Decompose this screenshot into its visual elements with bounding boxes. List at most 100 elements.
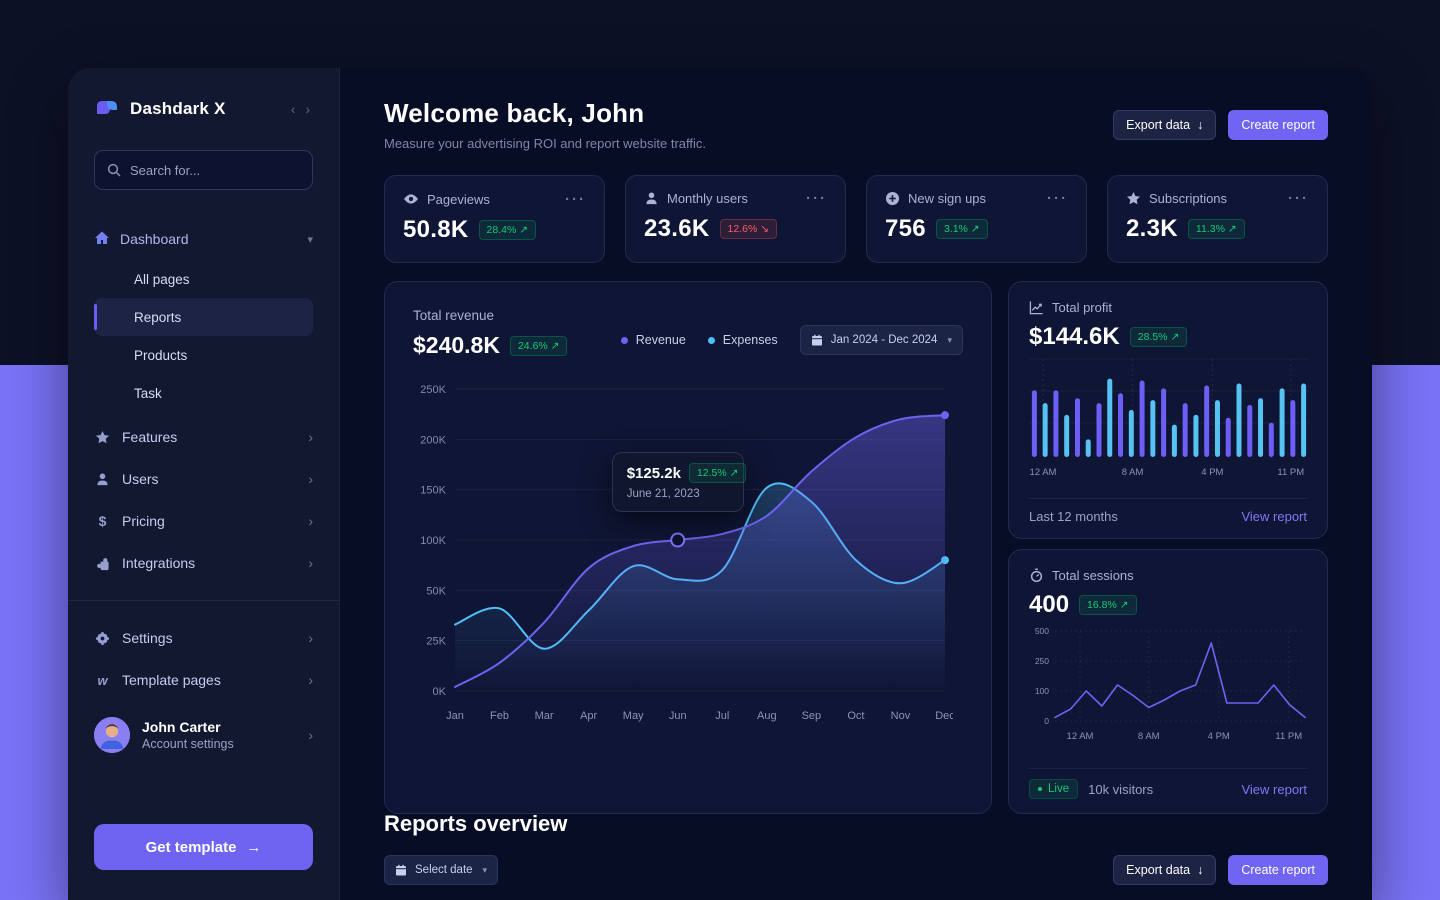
stat-value: 756	[885, 215, 926, 243]
sidebar-item-label: Users	[122, 471, 159, 487]
more-options-button[interactable]: ···	[806, 194, 827, 203]
svg-text:250: 250	[1035, 656, 1049, 666]
expenses-dot	[708, 337, 715, 344]
stopwatch-icon	[1029, 568, 1044, 583]
create-report-button[interactable]: Create report	[1228, 110, 1328, 140]
chevron-right-icon: ›	[308, 630, 313, 646]
sidebar-item-products[interactable]: Products	[94, 336, 313, 374]
profit-view-report-link[interactable]: View report	[1241, 509, 1307, 524]
export-data-button[interactable]: Export data ↓	[1113, 110, 1216, 140]
svg-text:Feb: Feb	[490, 710, 509, 722]
sidebar-item-all-pages[interactable]: All pages	[94, 260, 313, 298]
svg-text:Nov: Nov	[891, 710, 911, 722]
profit-chart-svg: 12 AM8 AM4 PM11 PM	[1029, 351, 1309, 483]
export-data-button-bottom[interactable]: Export data ↓	[1113, 855, 1216, 885]
cta-label: Get template	[146, 839, 237, 856]
sidebar-item-features[interactable]: Features ›	[94, 416, 313, 458]
select-date-dropdown[interactable]: Select date ▾	[384, 855, 498, 885]
stat-label: Subscriptions	[1149, 191, 1227, 206]
profile-name: John Carter	[142, 719, 234, 735]
dashboard-sub-items: All pages Reports Products Task	[94, 260, 313, 412]
chevron-right-icon: ›	[308, 727, 313, 743]
revenue-chart-svg: 250K200K150K100K50K25K0KJanFebMarAprMayJ…	[413, 375, 953, 727]
svg-text:0: 0	[1044, 716, 1049, 726]
sessions-title: Total sessions	[1052, 568, 1134, 583]
more-options-button[interactable]: ···	[1288, 194, 1309, 203]
more-options-button[interactable]: ···	[1047, 194, 1068, 203]
more-options-button[interactable]: ···	[565, 195, 586, 204]
chevron-down-icon: ▾	[483, 865, 488, 876]
svg-text:100: 100	[1035, 686, 1049, 696]
sidebar-item-label: Dashboard	[120, 231, 189, 247]
sidebar-item-label: Template pages	[122, 672, 221, 688]
chevron-right-icon: ›	[308, 672, 313, 688]
stat-card-new-sign-ups: New sign ups ··· 756 3.1% ↗	[866, 175, 1087, 263]
eye-icon	[403, 191, 419, 207]
sidebar-item-reports[interactable]: Reports	[94, 298, 313, 336]
plus-circle-icon	[885, 191, 900, 206]
get-template-button[interactable]: Get template →	[94, 824, 313, 870]
tooltip-date: June 21, 2023	[627, 488, 729, 500]
sidebar-nav: Dashboard ▾ All pages Reports Products T…	[94, 220, 313, 584]
chevron-right-icon: ›	[308, 429, 313, 445]
chevron-right-icon: ›	[308, 513, 313, 529]
live-dot-icon	[1038, 787, 1042, 791]
search-icon	[107, 163, 121, 177]
page-subtitle: Measure your advertising ROI and report …	[384, 136, 706, 151]
total-profit-card: Total profit $144.6K 28.5% ↗ 12 AM8 AM4 …	[1008, 281, 1328, 539]
sidebar-item-users[interactable]: Users ›	[94, 458, 313, 500]
stat-value: 23.6K	[644, 215, 710, 243]
download-arrow-icon: ↓	[1197, 118, 1203, 132]
total-revenue-card: Total revenue $240.8K 24.6% ↗ Revenue	[384, 281, 992, 814]
app-title: Dashdark X	[130, 99, 226, 119]
sessions-chart-svg: 500250100012 AM8 AM4 PM11 PM	[1029, 619, 1309, 753]
sidebar-item-dashboard[interactable]: Dashboard ▾	[94, 220, 313, 258]
stat-delta-badge: 12.6% ↘	[720, 219, 778, 239]
revenue-delta-badge: 24.6% ↗	[510, 336, 568, 356]
sidebar-collapse-icons[interactable]: ‹ ›	[291, 101, 313, 117]
svg-text:12 AM: 12 AM	[1067, 731, 1094, 742]
calendar-icon	[811, 334, 823, 346]
svg-text:25K: 25K	[426, 636, 446, 648]
sessions-view-report-link[interactable]: View report	[1241, 782, 1307, 797]
svg-text:100K: 100K	[420, 535, 446, 547]
svg-text:8 AM: 8 AM	[1138, 731, 1160, 742]
page-header: Welcome back, John Measure your advertis…	[384, 98, 706, 151]
profit-chart: 12 AM8 AM4 PM11 PM	[1029, 351, 1307, 488]
date-range-dropdown[interactable]: Jan 2024 - Dec 2024 ▾	[800, 325, 963, 355]
dollar-icon: $	[94, 513, 111, 529]
search-box[interactable]	[94, 150, 313, 190]
sidebar-item-pricing[interactable]: $ Pricing ›	[94, 500, 313, 542]
legend-expenses: Expenses	[708, 333, 778, 347]
chart-tooltip: $125.2k 12.5% ↗ June 21, 2023	[612, 452, 744, 512]
app-window: Dashdark X ‹ › Dashboard ▾	[68, 68, 1372, 900]
stats-row: Pageviews ··· 50.8K 28.4% ↗ Monthly user…	[384, 175, 1328, 263]
visitors-label: 10k visitors	[1088, 782, 1153, 797]
stat-delta-badge: 11.3% ↗	[1188, 219, 1245, 239]
profile-subtitle: Account settings	[142, 737, 234, 751]
stat-card-subscriptions: Subscriptions ··· 2.3K 11.3% ↗	[1107, 175, 1328, 263]
svg-text:11 PM: 11 PM	[1275, 731, 1302, 742]
page-title: Welcome back, John	[384, 98, 706, 129]
tooltip-delta-badge: 12.5% ↗	[689, 463, 747, 483]
create-report-button-bottom[interactable]: Create report	[1228, 855, 1328, 885]
stat-card-monthly-users: Monthly users ··· 23.6K 12.6% ↘	[625, 175, 846, 263]
svg-text:50K: 50K	[426, 585, 446, 597]
revenue-value: $240.8K	[413, 332, 500, 359]
sidebar-item-template-pages[interactable]: w Template pages ›	[94, 659, 313, 701]
sidebar-item-integrations[interactable]: Integrations ›	[94, 542, 313, 584]
chart-line-icon	[1029, 300, 1044, 315]
sidebar-item-task[interactable]: Task	[94, 374, 313, 412]
search-input[interactable]	[130, 163, 300, 178]
legend-revenue: Revenue	[621, 333, 686, 347]
revenue-dot	[621, 337, 628, 344]
date-range-label: Jan 2024 - Dec 2024	[831, 334, 938, 346]
sidebar-item-settings[interactable]: Settings ›	[94, 617, 313, 659]
account-settings-row[interactable]: John Carter Account settings ›	[94, 717, 313, 753]
svg-text:Sep: Sep	[802, 710, 822, 722]
download-arrow-icon: ↓	[1197, 863, 1203, 877]
svg-text:Jan: Jan	[446, 710, 464, 722]
svg-text:200K: 200K	[420, 434, 446, 446]
logo: Dashdark X ‹ ›	[94, 96, 313, 122]
chevron-down-icon: ▾	[307, 233, 313, 246]
